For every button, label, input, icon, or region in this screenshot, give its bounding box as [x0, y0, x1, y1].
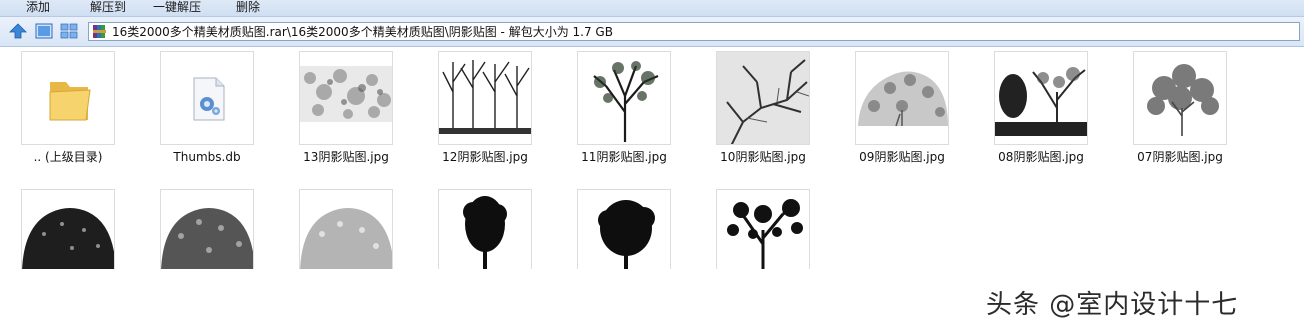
tree-thumbnail — [716, 189, 810, 269]
tree-thumbnail — [299, 189, 393, 269]
extract-to-button[interactable]: 解压到 — [90, 0, 126, 14]
file-name: 07阴影贴图.jpg — [1137, 150, 1223, 164]
tree-thumbnail — [577, 189, 671, 269]
file-name: 08阴影贴图.jpg — [998, 150, 1084, 164]
file-item-row2-3[interactable] — [280, 185, 420, 320]
file-item-09[interactable]: 09阴影贴图.jpg — [836, 47, 976, 182]
up-arrow-icon[interactable] — [9, 23, 27, 39]
file-name: .. (上级目录) — [33, 150, 103, 164]
tree-thumbnail — [716, 51, 810, 145]
file-item-row2-5[interactable] — [558, 185, 698, 320]
file-item-13[interactable]: 13阴影贴图.jpg — [280, 47, 420, 182]
file-name: Thumbs.db — [173, 150, 241, 164]
tree-thumbnail — [855, 51, 949, 145]
file-item-12[interactable]: 12阴影贴图.jpg — [419, 47, 559, 182]
add-button[interactable]: 添加 — [26, 0, 50, 14]
rar-archive-icon — [92, 24, 108, 39]
file-item-row2-2[interactable] — [141, 185, 281, 320]
one-click-extract-button[interactable]: 一键解压 — [153, 0, 201, 14]
tree-thumbnail — [994, 51, 1088, 145]
delete-button[interactable]: 删除 — [236, 0, 260, 14]
file-item-row2-6[interactable] — [697, 185, 837, 320]
file-name: 12阴影贴图.jpg — [442, 150, 528, 164]
db-file-icon — [160, 51, 254, 145]
file-item-row2-1[interactable] — [2, 185, 142, 320]
details-view-icon[interactable] — [35, 23, 53, 39]
address-bar: 16类2000多个精美材质贴图.rar\16类2000多个精美材质贴图\阴影贴图… — [0, 17, 1304, 47]
tree-thumbnail — [438, 189, 532, 269]
texture-thumbnail — [299, 51, 393, 145]
file-name: 11阴影贴图.jpg — [581, 150, 667, 164]
file-name: 09阴影贴图.jpg — [859, 150, 945, 164]
path-text: 16类2000多个精美材质贴图.rar\16类2000多个精美材质贴图\阴影贴图… — [112, 25, 613, 39]
folder-icon — [21, 51, 115, 145]
path-field[interactable]: 16类2000多个精美材质贴图.rar\16类2000多个精美材质贴图\阴影贴图… — [88, 22, 1300, 41]
file-name: 10阴影贴图.jpg — [720, 150, 806, 164]
toolbar: 添加 解压到 一键解压 删除 — [0, 0, 1304, 17]
tree-thumbnail — [21, 189, 115, 269]
file-name: 13阴影贴图.jpg — [303, 150, 389, 164]
watermark-text: 头条 @室内设计十七 — [986, 290, 1239, 320]
file-item-08[interactable]: 08阴影贴图.jpg — [975, 47, 1115, 182]
thumbnail-view-icon[interactable] — [60, 23, 78, 39]
file-item-row2-4[interactable] — [419, 185, 559, 320]
tree-thumbnail — [160, 189, 254, 269]
file-item-parent-directory[interactable]: .. (上级目录) — [2, 47, 142, 182]
file-item-10[interactable]: 10阴影贴图.jpg — [697, 47, 837, 182]
file-item-07[interactable]: 07阴影贴图.jpg — [1114, 47, 1254, 182]
tree-thumbnail — [438, 51, 532, 145]
tree-thumbnail — [1133, 51, 1227, 145]
file-item-11[interactable]: 11阴影贴图.jpg — [558, 47, 698, 182]
tree-thumbnail — [577, 51, 671, 145]
file-item-thumbs-db[interactable]: Thumbs.db — [141, 47, 281, 182]
